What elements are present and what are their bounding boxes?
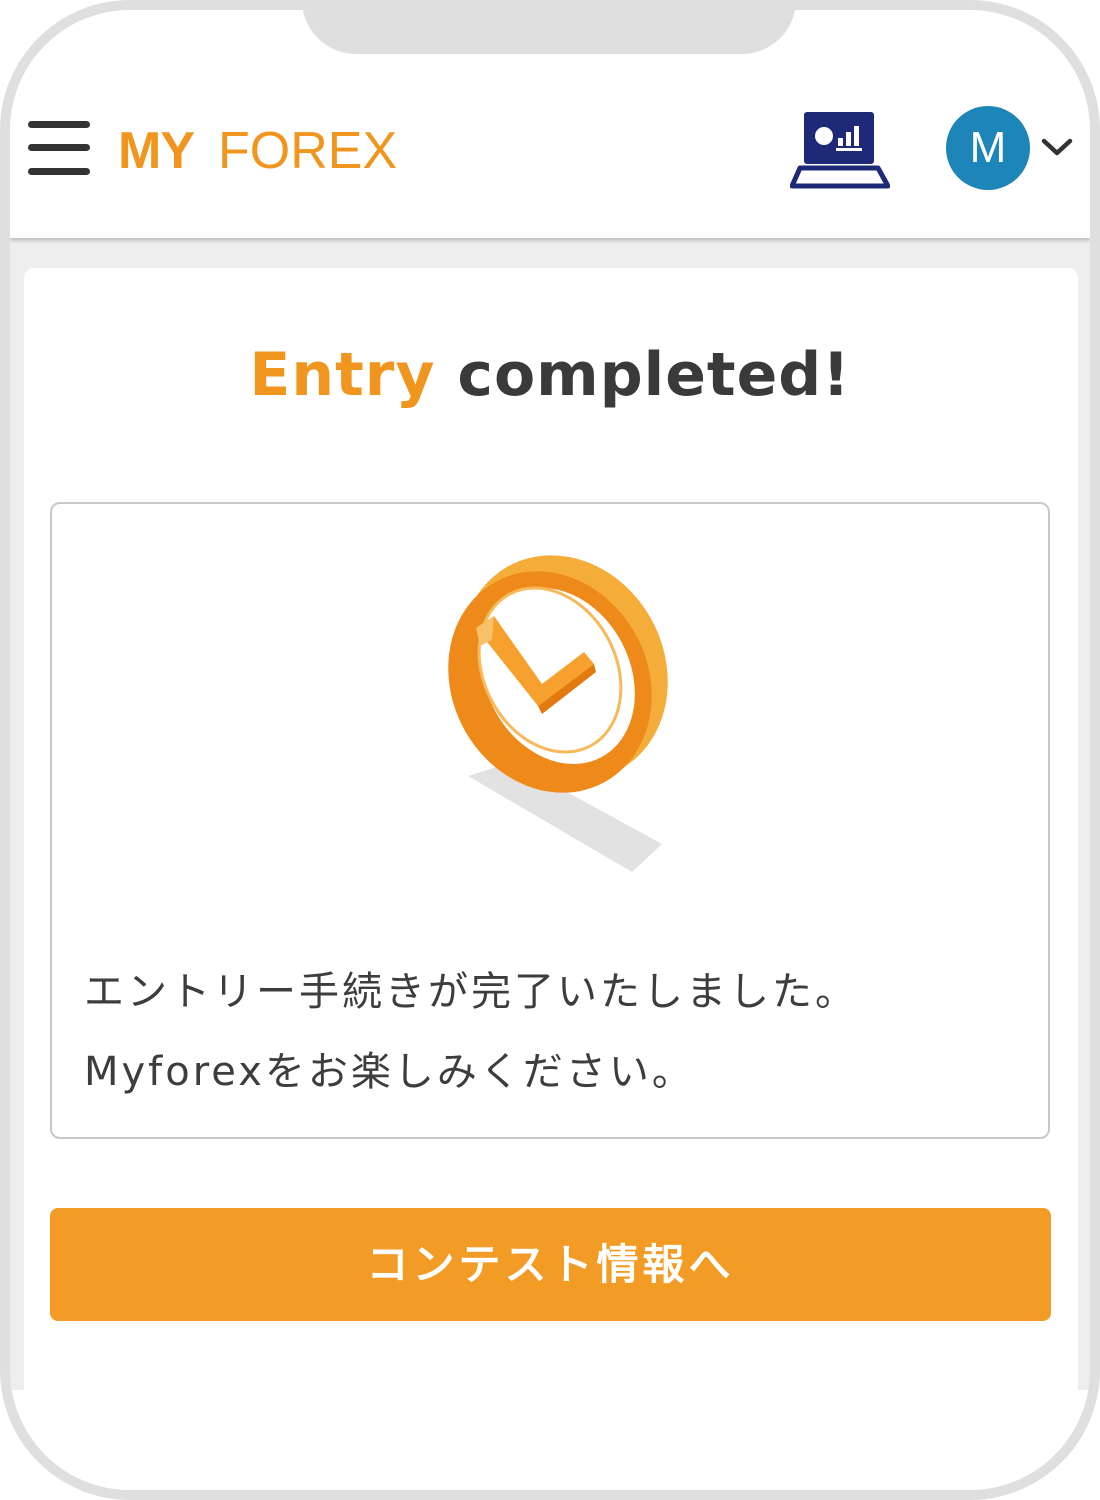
user-avatar[interactable]: M [946, 106, 1030, 190]
hamburger-menu-icon[interactable] [28, 120, 90, 180]
enjoy-message-line: Myforexをお楽しみください。 [84, 1049, 695, 1095]
chevron-down-icon[interactable] [1040, 136, 1074, 158]
menu-bar [28, 144, 90, 151]
check-circle-icon [432, 544, 672, 884]
completion-message-box: エントリー手続きが完了いたしました。 Myforexをお楽しみください。 [50, 502, 1050, 1139]
myforex-logo[interactable]: MY FOREX [118, 122, 458, 178]
page-title: Entry completed! [10, 340, 1090, 410]
title-accent: Entry [249, 340, 436, 410]
logo-wordmark: MY FOREX [118, 122, 397, 178]
menu-bar [28, 121, 90, 128]
contest-info-button[interactable]: コンテスト情報へ [50, 1208, 1051, 1321]
pc-chart-icon[interactable] [789, 108, 891, 194]
title-rest: completed! [457, 340, 851, 410]
app-screen: MY FOREX M Entry completed! エントリー手続きが完了い… [10, 0, 1090, 1390]
menu-bar [28, 168, 90, 175]
logo-prefix: MY [118, 122, 194, 178]
phone-notch [302, 0, 796, 54]
phone-mockup: MY FOREX M Entry completed! エントリー手続きが完了い… [0, 0, 1100, 1500]
completion-message-line: エントリー手続きが完了いたしました。 [84, 969, 858, 1015]
avatar-initial: M [969, 123, 1007, 172]
logo-suffix: FOREX [218, 122, 397, 178]
